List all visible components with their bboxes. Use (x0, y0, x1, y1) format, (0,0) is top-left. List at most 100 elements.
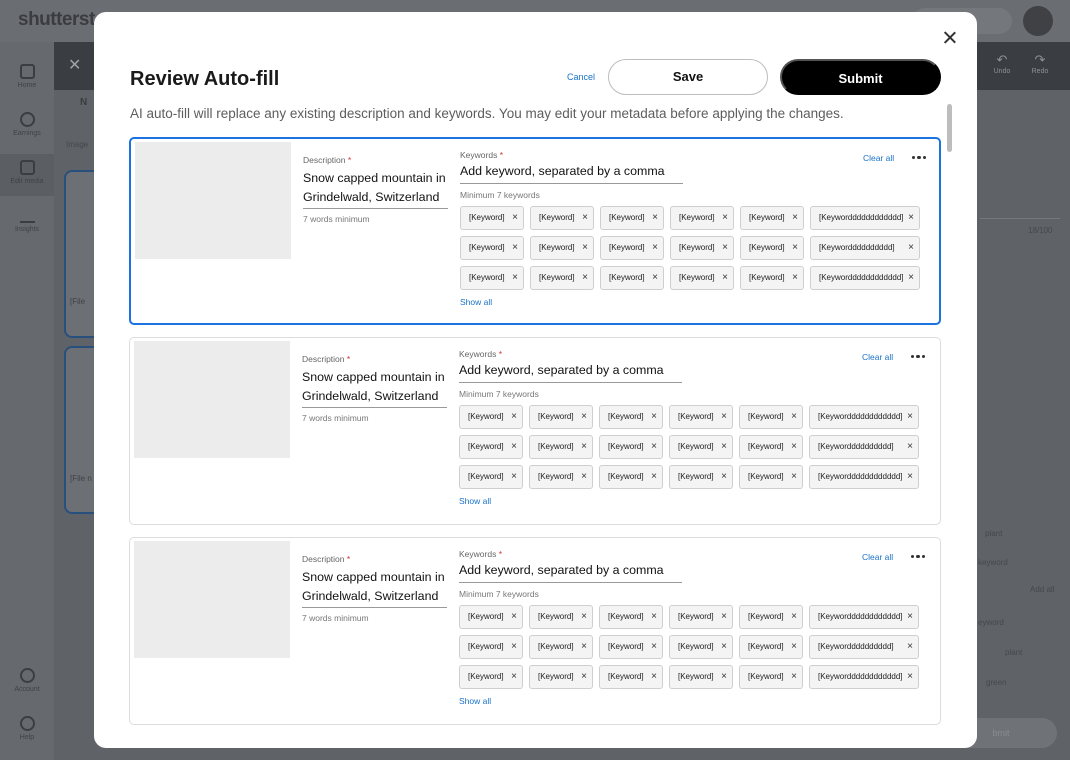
show-all-link[interactable]: Show all (459, 496, 491, 506)
more-options-icon[interactable] (911, 555, 925, 559)
remove-keyword-icon[interactable]: × (722, 207, 728, 229)
remove-keyword-icon[interactable]: × (908, 267, 914, 289)
remove-keyword-icon[interactable]: × (721, 666, 727, 688)
keyword-chip[interactable]: [Keywordddddddddddd] × (810, 206, 920, 230)
remove-keyword-icon[interactable]: × (791, 406, 797, 428)
remove-keyword-icon[interactable]: × (652, 267, 658, 289)
keyword-chip[interactable]: [Keyword] × (529, 635, 593, 659)
remove-keyword-icon[interactable]: × (791, 606, 797, 628)
scrollbar[interactable] (947, 104, 952, 152)
keyword-input[interactable]: Add keyword, separated by a comma (459, 362, 682, 383)
remove-keyword-icon[interactable]: × (791, 466, 797, 488)
keyword-chip[interactable]: [Keyword] × (600, 266, 664, 290)
remove-keyword-icon[interactable]: × (652, 207, 658, 229)
remove-keyword-icon[interactable]: × (721, 406, 727, 428)
keyword-chip[interactable]: [Keyword] × (740, 266, 804, 290)
keyword-chip[interactable]: [Keywordddddddddd] × (809, 635, 919, 659)
remove-keyword-icon[interactable]: × (908, 207, 914, 229)
keyword-chip[interactable]: [Keyword] × (529, 435, 593, 459)
keyword-chip[interactable]: [Keyword] × (670, 236, 734, 260)
keyword-chip[interactable]: [Keyword] × (669, 665, 733, 689)
keyword-chip[interactable]: [Keyword] × (670, 206, 734, 230)
remove-keyword-icon[interactable]: × (721, 636, 727, 658)
remove-keyword-icon[interactable]: × (721, 466, 727, 488)
keyword-chip[interactable]: [Keyword] × (459, 465, 523, 489)
remove-keyword-icon[interactable]: × (908, 237, 914, 259)
keyword-chip[interactable]: [Keyword] × (740, 206, 804, 230)
remove-keyword-icon[interactable]: × (651, 406, 657, 428)
remove-keyword-icon[interactable]: × (652, 237, 658, 259)
keyword-input[interactable]: Add keyword, separated by a comma (459, 562, 682, 583)
remove-keyword-icon[interactable]: × (651, 636, 657, 658)
remove-keyword-icon[interactable]: × (651, 466, 657, 488)
keyword-chip[interactable]: [Keyword] × (600, 206, 664, 230)
keyword-chip[interactable]: [Keywordddddddddd] × (809, 435, 919, 459)
remove-keyword-icon[interactable]: × (581, 436, 587, 458)
keyword-chip[interactable]: [Keyword] × (459, 435, 523, 459)
remove-keyword-icon[interactable]: × (907, 466, 913, 488)
media-item-card[interactable]: Description * Snow capped mountain in Gri… (129, 137, 941, 325)
keyword-chip[interactable]: [Keyword] × (599, 605, 663, 629)
more-options-icon[interactable] (911, 355, 925, 359)
cancel-link[interactable]: Cancel (567, 72, 595, 82)
remove-keyword-icon[interactable]: × (581, 636, 587, 658)
remove-keyword-icon[interactable]: × (907, 606, 913, 628)
keyword-chip[interactable]: [Keyword] × (739, 605, 803, 629)
keyword-chip[interactable]: [Keyword] × (739, 635, 803, 659)
remove-keyword-icon[interactable]: × (907, 666, 913, 688)
keyword-input[interactable]: Add keyword, separated by a comma (460, 163, 683, 184)
keyword-chip[interactable]: [Keyword] × (459, 405, 523, 429)
clear-all-link[interactable]: Clear all (862, 552, 893, 562)
keyword-chip[interactable]: [Keyword] × (739, 465, 803, 489)
remove-keyword-icon[interactable]: × (512, 267, 518, 289)
remove-keyword-icon[interactable]: × (511, 406, 517, 428)
remove-keyword-icon[interactable]: × (511, 466, 517, 488)
clear-all-link[interactable]: Clear all (862, 352, 893, 362)
media-item-card[interactable]: Description * Snow capped mountain in Gri… (129, 337, 941, 525)
keyword-chip[interactable]: [Keyword] × (599, 405, 663, 429)
remove-keyword-icon[interactable]: × (791, 436, 797, 458)
keyword-chip[interactable]: [Keyword] × (599, 665, 663, 689)
keyword-chip[interactable]: [Keyword] × (600, 236, 664, 260)
keyword-chip[interactable]: [Keywordddddddddd] × (810, 236, 920, 260)
remove-keyword-icon[interactable]: × (511, 666, 517, 688)
clear-all-link[interactable]: Clear all (863, 153, 894, 163)
remove-keyword-icon[interactable]: × (581, 466, 587, 488)
keyword-chip[interactable]: [Keyword] × (669, 435, 733, 459)
media-item-card[interactable]: Description * Snow capped mountain in Gri… (129, 537, 941, 725)
keyword-chip[interactable]: [Keyword] × (460, 236, 524, 260)
show-all-link[interactable]: Show all (460, 297, 492, 307)
keyword-chip[interactable]: [Keyword] × (459, 605, 523, 629)
keyword-chip[interactable]: [Keyword] × (529, 465, 593, 489)
keyword-chip[interactable]: [Keywordddddddddddd] × (809, 405, 919, 429)
remove-keyword-icon[interactable]: × (582, 207, 588, 229)
keyword-chip[interactable]: [Keyword] × (599, 435, 663, 459)
keyword-chip[interactable]: [Keyword] × (529, 665, 593, 689)
keyword-chip[interactable]: [Keywordddddddddddd] × (810, 266, 920, 290)
more-options-icon[interactable] (912, 156, 926, 160)
remove-keyword-icon[interactable]: × (792, 207, 798, 229)
keyword-chip[interactable]: [Keyword] × (459, 665, 523, 689)
keyword-chip[interactable]: [Keyword] × (460, 206, 524, 230)
remove-keyword-icon[interactable]: × (651, 436, 657, 458)
close-icon[interactable] (941, 29, 959, 47)
keyword-chip[interactable]: [Keyword] × (599, 465, 663, 489)
keyword-chip[interactable]: [Keyword] × (669, 605, 733, 629)
remove-keyword-icon[interactable]: × (511, 606, 517, 628)
keyword-chip[interactable]: [Keyword] × (670, 266, 734, 290)
keyword-chip[interactable]: [Keyword] × (669, 635, 733, 659)
remove-keyword-icon[interactable]: × (581, 666, 587, 688)
remove-keyword-icon[interactable]: × (907, 406, 913, 428)
description-field[interactable]: Snow capped mountain in Grindelwald, Swi… (303, 169, 448, 206)
keyword-chip[interactable]: [Keyword] × (599, 635, 663, 659)
show-all-link[interactable]: Show all (459, 696, 491, 706)
submit-button[interactable]: Submit (780, 59, 941, 95)
remove-keyword-icon[interactable]: × (581, 406, 587, 428)
keyword-chip[interactable]: [Keyword] × (739, 435, 803, 459)
remove-keyword-icon[interactable]: × (792, 237, 798, 259)
remove-keyword-icon[interactable]: × (792, 267, 798, 289)
keyword-chip[interactable]: [Keyword] × (739, 665, 803, 689)
keyword-chip[interactable]: [Keywordddddddddddd] × (809, 605, 919, 629)
keyword-chip[interactable]: [Keyword] × (459, 635, 523, 659)
keyword-chip[interactable]: [Keyword] × (460, 266, 524, 290)
